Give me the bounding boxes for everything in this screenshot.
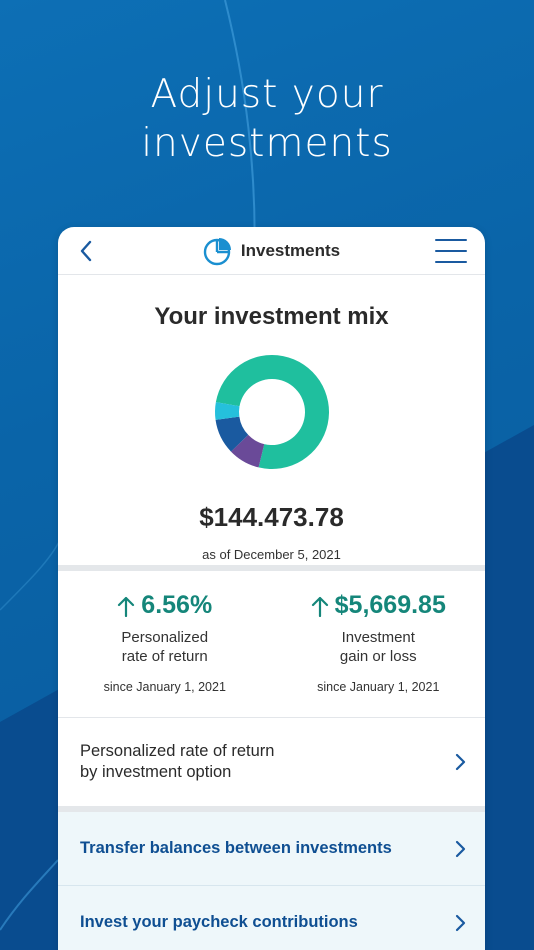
chevron-left-icon [80,240,92,262]
back-button[interactable] [72,237,100,265]
invest-paycheck-row[interactable]: Invest your paycheck contributions [58,886,485,950]
gain-or-loss-label: Investment gain or loss [272,628,486,666]
menu-line [435,250,467,252]
transfer-balances-label: Transfer balances between investments [80,839,392,857]
rate-label-line-1: Personalized [121,629,209,646]
rate-of-return-stat: 6.56% Personalized rate of return since … [58,591,272,717]
transfer-balances-row[interactable]: Transfer balances between investments [58,812,485,886]
rate-by-option-line-2: by investment option [80,763,232,781]
headline-line-1: Adjust your [150,72,384,117]
rate-of-return-label: Personalized rate of return [58,628,272,666]
chevron-right-icon [455,840,466,857]
menu-line [435,239,467,241]
invest-paycheck-label: Invest your paycheck contributions [80,913,358,931]
headline-line-2: investments [141,121,393,166]
phone-screen: Investments Your investment mix $144.473… [58,227,485,950]
investment-mix-heading: Your investment mix [154,303,389,330]
rate-by-investment-option-row[interactable]: Personalized rate of return by investmen… [58,718,485,812]
gain-label-line-1: Investment [341,629,415,646]
marketing-headline: Adjust your investments [0,70,534,168]
chevron-right-icon [455,753,466,771]
arrow-up-icon [118,596,135,617]
gain-label-line-2: gain or loss [339,648,417,665]
gain-or-loss-value-row: $5,669.85 [272,591,486,620]
performance-stats: 6.56% Personalized rate of return since … [58,571,485,718]
rate-of-return-value-row: 6.56% [58,591,272,620]
pie-chart-icon [203,237,231,265]
gain-or-loss-stat: $5,669.85 Investment gain or loss since … [272,591,486,717]
hamburger-menu-button[interactable] [435,239,467,263]
rate-of-return-since: since January 1, 2021 [103,680,226,694]
gain-or-loss-since: since January 1, 2021 [317,680,440,694]
investment-mix-section: Your investment mix $144.473.78 as of De… [58,275,485,571]
app-bar: Investments [58,227,485,275]
rate-by-investment-option-label: Personalized rate of return by investmen… [80,741,274,783]
total-balance: $144.473.78 [199,502,344,532]
gain-or-loss-value: $5,669.85 [334,591,446,619]
allocation-donut-chart[interactable] [213,353,331,471]
rate-by-option-line-1: Personalized rate of return [80,742,275,760]
rate-of-return-value: 6.56% [141,591,213,619]
app-title: Investments [240,240,341,260]
menu-line [435,261,467,263]
chevron-right-icon [455,914,466,931]
rate-label-line-2: rate of return [121,648,208,665]
arrow-up-icon [311,596,328,617]
balance-as-of-date: as of December 5, 2021 [202,547,341,562]
app-title-group: Investments [203,236,340,266]
